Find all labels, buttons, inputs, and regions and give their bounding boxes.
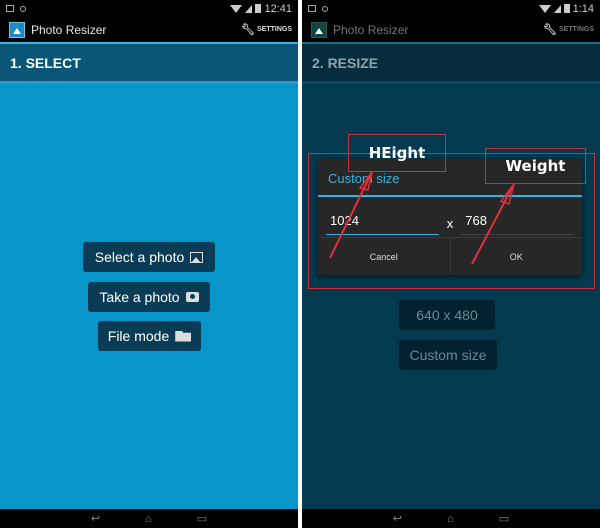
step-header: 2. RESIZE bbox=[302, 44, 600, 84]
settings-button[interactable]: 🔧︎ SETTINGS bbox=[543, 23, 594, 36]
width-input[interactable]: 1024 bbox=[326, 213, 439, 235]
take-photo-button[interactable]: Take a photo bbox=[88, 282, 210, 312]
wifi-icon bbox=[538, 4, 551, 13]
height-annotation: HEight bbox=[348, 134, 446, 172]
status-bar: 12:41 bbox=[0, 0, 298, 17]
action-bar: Photo Resizer 🔧︎ SETTINGS bbox=[302, 17, 600, 44]
image-icon bbox=[190, 251, 204, 263]
custom-size-label: Custom size bbox=[409, 347, 487, 363]
app-title[interactable]: Photo Resizer bbox=[9, 21, 107, 38]
app-logo-icon bbox=[9, 21, 25, 38]
back-icon[interactable]: ↩ bbox=[91, 512, 100, 525]
settings-button[interactable]: 🔧︎ SETTINGS bbox=[241, 23, 292, 36]
select-photo-button[interactable]: Select a photo bbox=[83, 242, 215, 272]
resize-content: 640 x 480 Custom size Custom size 1024 x… bbox=[302, 84, 600, 509]
navigation-bar: ↩ ⌂ ▭ bbox=[302, 509, 600, 528]
screen-select: 12:41 Photo Resizer 🔧︎ SETTINGS 1. SELEC… bbox=[0, 0, 298, 530]
status-time: 12:41 bbox=[264, 2, 292, 15]
height-input[interactable]: 768 bbox=[461, 213, 574, 235]
back-icon[interactable]: ↩ bbox=[393, 512, 402, 525]
gallery-notification-icon bbox=[6, 5, 14, 12]
app-title-text: Photo Resizer bbox=[333, 22, 409, 37]
home-icon[interactable]: ⌂ bbox=[145, 513, 152, 525]
height-annotation-text: HEight bbox=[368, 144, 426, 162]
ok-button[interactable]: OK bbox=[449, 238, 583, 275]
dialog-fields: 1024 x 768 bbox=[318, 197, 582, 235]
signal-icon bbox=[553, 4, 561, 13]
recents-icon[interactable]: ▭ bbox=[499, 512, 509, 525]
battery-icon bbox=[563, 4, 570, 13]
wifi-icon bbox=[230, 4, 243, 13]
screen-resize: 1:14 Photo Resizer 🔧︎ SETTINGS 2. RESIZE… bbox=[302, 0, 600, 530]
step-header: 1. SELECT bbox=[0, 44, 298, 84]
android-notification-icon bbox=[20, 5, 26, 12]
battery-icon bbox=[255, 4, 262, 13]
app-title-text: Photo Resizer bbox=[31, 22, 107, 37]
camera-icon bbox=[185, 292, 199, 302]
file-mode-button[interactable]: File mode bbox=[98, 321, 201, 351]
settings-label: SETTINGS bbox=[558, 26, 594, 33]
action-bar: Photo Resizer 🔧︎ SETTINGS bbox=[0, 17, 298, 44]
home-icon[interactable]: ⌂ bbox=[447, 513, 454, 525]
app-logo-icon bbox=[311, 21, 327, 38]
settings-label: SETTINGS bbox=[256, 26, 292, 33]
cancel-button[interactable]: Cancel bbox=[318, 238, 450, 275]
weight-annotation: Weight bbox=[485, 148, 586, 184]
app-title[interactable]: Photo Resizer bbox=[311, 21, 409, 38]
signal-icon bbox=[245, 4, 253, 13]
status-bar: 1:14 bbox=[302, 0, 600, 17]
wrench-icon: 🔧︎ bbox=[241, 24, 255, 36]
take-photo-label: Take a photo bbox=[99, 289, 180, 305]
folder-icon bbox=[175, 330, 192, 342]
weight-annotation-text: Weight bbox=[505, 157, 566, 175]
gallery-notification-icon bbox=[308, 5, 316, 12]
android-notification-icon bbox=[322, 5, 328, 12]
preset-size-label: 640 x 480 bbox=[416, 307, 478, 323]
dimension-separator: x bbox=[446, 216, 454, 231]
recents-icon[interactable]: ▭ bbox=[197, 512, 207, 525]
select-photo-label: Select a photo bbox=[94, 249, 185, 265]
wrench-icon: 🔧︎ bbox=[543, 24, 557, 36]
custom-size-button[interactable]: Custom size bbox=[399, 340, 497, 370]
navigation-bar: ↩ ⌂ ▭ bbox=[0, 509, 298, 528]
status-time: 1:14 bbox=[572, 2, 594, 15]
preset-size-button[interactable]: 640 x 480 bbox=[399, 300, 495, 330]
dialog-button-bar: Cancel OK bbox=[318, 237, 582, 275]
select-content: Select a photo Take a photo File mode bbox=[0, 84, 298, 509]
file-mode-label: File mode bbox=[107, 328, 170, 344]
